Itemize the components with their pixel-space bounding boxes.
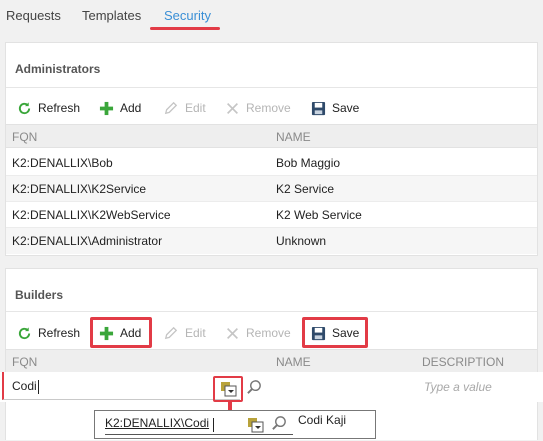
fqn-input[interactable]: Codi [2,372,240,400]
builders-title: Builders [15,288,64,302]
refresh-label: Refresh [38,326,81,340]
picker-icon[interactable] [247,415,265,433]
panel-divider [6,311,537,312]
edit-icon [163,325,179,341]
tab-bar: Requests Templates Security [0,0,543,34]
table-row[interactable]: K2:DENALLIX\K2Service K2 Service [6,176,537,202]
add-icon [98,100,114,116]
add-label: Add [120,101,142,115]
col-header-name[interactable]: NAME [276,130,311,144]
admin-add-button[interactable]: Add [98,98,141,118]
tab-security[interactable]: Security [164,8,211,23]
tab-templates[interactable]: Templates [82,8,141,23]
admin-refresh-button[interactable]: Refresh [16,98,80,118]
refresh-icon [16,325,32,341]
col-header-description[interactable]: DESCRIPTION [422,355,504,369]
remove-icon [224,325,240,341]
panel-divider [6,87,537,88]
builders-grid-header: FQN NAME DESCRIPTION [6,349,537,373]
builders-remove-button[interactable]: Remove [224,323,291,343]
fqn-input-value: Codi [12,379,37,393]
col-header-name[interactable]: NAME [276,355,311,369]
remove-icon [224,100,240,116]
table-row[interactable]: K2:DENALLIX\Administrator Unknown [6,228,537,254]
cell-name: Bob Maggio [276,156,341,170]
remove-label: Remove [246,326,291,340]
text-caret [37,379,39,394]
suggestion-fqn[interactable]: K2:DENALLIX\Codi [105,416,209,430]
edit-label: Edit [185,326,206,340]
remove-label: Remove [246,101,291,115]
search-icon[interactable] [246,379,264,397]
suggestion-dropdown[interactable]: K2:DENALLIX\Codi Codi Kaji [94,410,376,439]
cell-name: K2 Web Service [276,208,362,222]
admin-edit-button[interactable]: Edit [163,98,206,118]
add-button-highlight [90,317,152,348]
cell-name: Unknown [276,234,327,248]
cell-fqn: K2:DENALLIX\K2Service [12,182,147,196]
search-icon[interactable] [271,415,289,433]
refresh-icon [16,100,32,116]
suggestion-name[interactable]: Codi Kaji [298,413,346,427]
save-label: Save [332,101,360,115]
tab-active-indicator [150,27,220,30]
administrators-title: Administrators [15,62,101,76]
cell-name: K2 Service [276,182,335,196]
col-header-fqn[interactable]: FQN [12,355,37,369]
cell-fqn: K2:DENALLIX\Bob [12,156,113,170]
picker-highlight [213,376,243,402]
table-row[interactable]: K2:DENALLIX\Bob Bob Maggio [6,150,537,176]
builders-edit-row: Codi Type a value [0,372,543,402]
suggestion-underline [105,434,293,435]
save-icon [310,100,326,116]
admin-grid-header: FQN NAME [6,124,537,148]
admin-remove-button[interactable]: Remove [224,98,291,118]
save-button-highlight [302,317,368,348]
admin-save-button[interactable]: Save [310,98,359,118]
description-placeholder[interactable]: Type a value [424,380,492,394]
administrators-panel: Administrators Refresh Add Edit Remove S… [5,42,538,256]
col-header-fqn[interactable]: FQN [12,130,37,144]
cell-fqn: K2:DENALLIX\Administrator [12,234,163,248]
cell-fqn: K2:DENALLIX\K2WebService [12,208,171,222]
edit-label: Edit [185,101,206,115]
table-row[interactable]: K2:DENALLIX\K2WebService K2 Web Service [6,202,537,228]
tab-requests[interactable]: Requests [6,8,61,23]
builders-edit-button[interactable]: Edit [163,323,206,343]
refresh-label: Refresh [38,101,81,115]
text-caret [213,418,214,432]
edit-icon [163,100,179,116]
builders-refresh-button[interactable]: Refresh [16,323,80,343]
